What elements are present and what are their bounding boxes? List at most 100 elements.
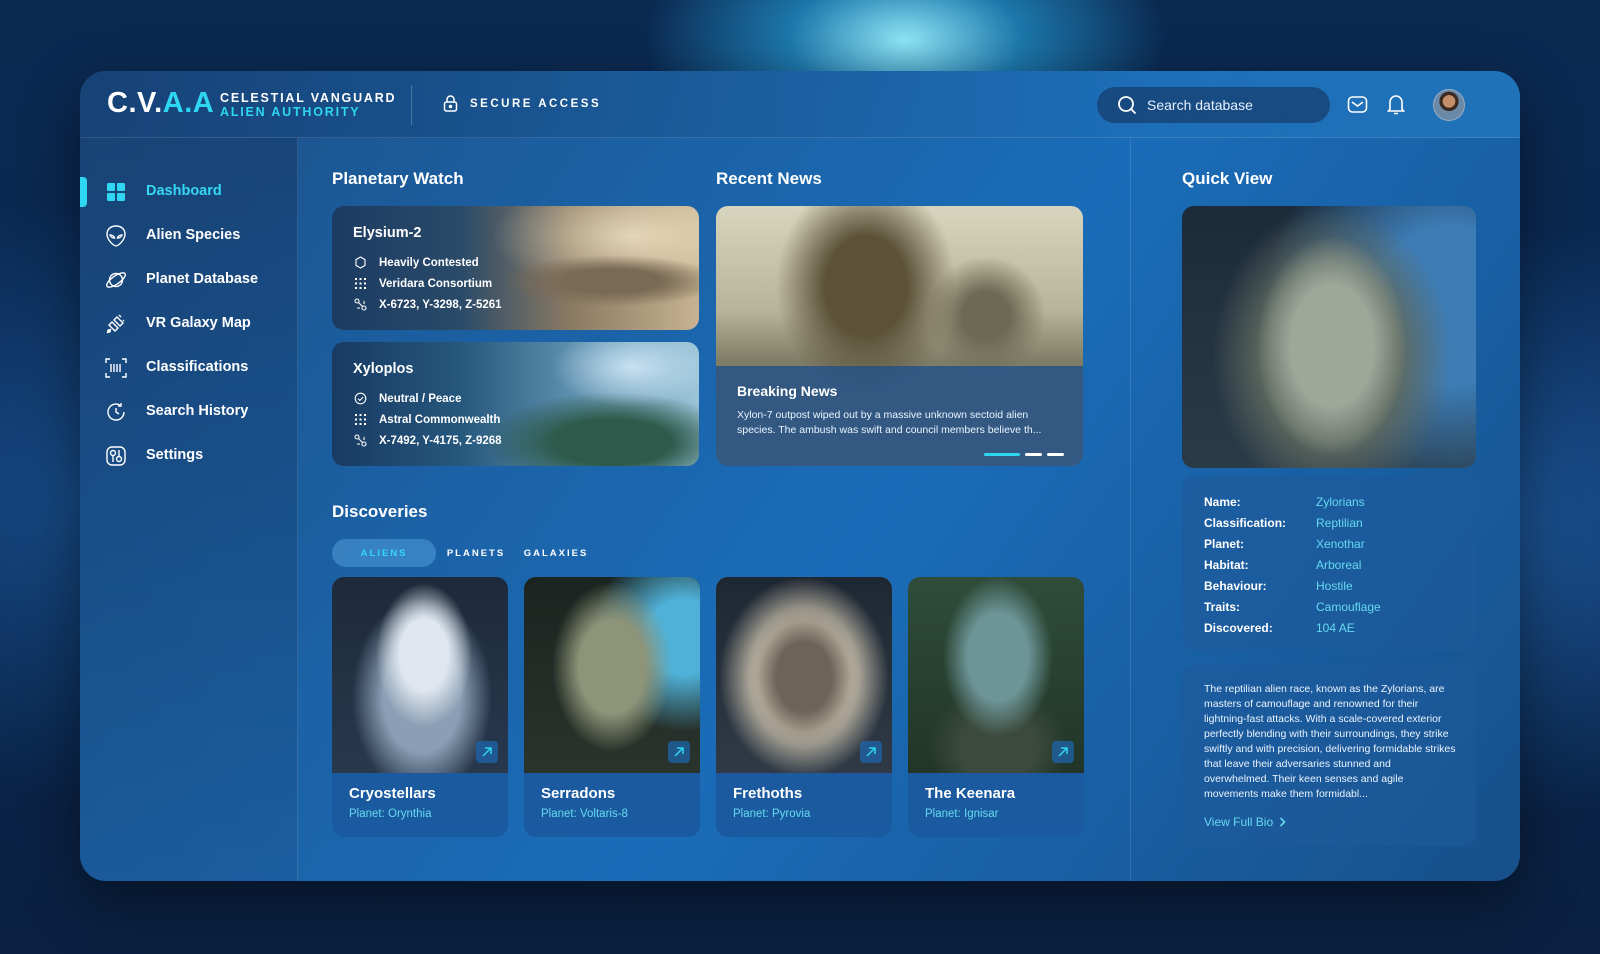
planet-status-row: Neutral / Peace xyxy=(354,392,461,405)
sidebar-item-label: Search History xyxy=(146,403,249,419)
planet-card-xyloplos[interactable]: Xyloplos Neutral / Peace Astral Commonwe… xyxy=(332,342,699,466)
open-external-button[interactable] xyxy=(860,741,882,763)
alien-planet: Planet: Ignisar xyxy=(925,808,999,820)
hexagon-icon xyxy=(355,256,366,269)
logo[interactable]: C.V.A.A xyxy=(107,87,214,120)
planet-coords-row: X-6723, Y-3298, Z-5261 xyxy=(354,298,502,311)
sidebar-item-planet-database[interactable]: Planet Database xyxy=(80,260,298,300)
open-external-button[interactable] xyxy=(1052,741,1074,763)
tab-galaxies[interactable]: GALAXIES xyxy=(516,539,596,567)
sidebar-item-vr-galaxy-map[interactable]: VR Galaxy Map xyxy=(80,304,298,344)
notifications-button[interactable] xyxy=(1386,93,1406,120)
carousel-dot[interactable] xyxy=(1025,453,1042,456)
view-full-bio-link[interactable]: View Full Bio xyxy=(1204,815,1286,829)
satellite-icon xyxy=(106,314,125,334)
mail-icon xyxy=(1347,96,1368,113)
user-avatar[interactable] xyxy=(1433,89,1465,121)
discovery-card-the-keenara[interactable]: The Keenara Planet: Ignisar xyxy=(908,577,1084,837)
detail-value: Reptilian xyxy=(1316,516,1363,530)
tab-planets[interactable]: PLANETS xyxy=(436,539,516,567)
faction-grid-icon xyxy=(355,414,366,425)
planet-status-row: Heavily Contested xyxy=(354,256,479,269)
planet-faction: Veridara Consortium xyxy=(379,277,493,290)
sidebar-item-alien-species[interactable]: Alien Species xyxy=(80,216,298,256)
detail-value: 104 AE xyxy=(1316,621,1355,635)
barcode-scan-icon xyxy=(105,358,127,378)
planetary-watch-title: Planetary Watch xyxy=(332,169,464,188)
logo-accent: A.A xyxy=(162,87,215,119)
planet-coords-row: X-7492, Y-4175, Z-9268 xyxy=(354,434,502,447)
sidebar-item-label: Planet Database xyxy=(146,271,259,287)
tab-aliens[interactable]: ALIENS xyxy=(332,539,436,567)
coordinates-icon xyxy=(354,298,367,311)
mail-button[interactable] xyxy=(1347,95,1368,119)
alien-name: Cryostellars xyxy=(349,785,436,802)
open-external-button[interactable] xyxy=(668,741,690,763)
alien-name: The Keenara xyxy=(925,785,1016,802)
sidebar-item-search-history[interactable]: Search History xyxy=(80,392,298,432)
detail-key: Name: xyxy=(1204,495,1241,509)
alien-name: Serradons xyxy=(541,785,616,802)
planet-faction-row: Astral Commonwealth xyxy=(354,413,500,426)
news-body: Xylon-7 outpost wiped out by a massive u… xyxy=(737,409,1042,436)
discovery-card-serradons[interactable]: Serradons Planet: Voltaris-8 xyxy=(524,577,700,837)
carousel-dots xyxy=(984,453,1064,456)
carousel-dot[interactable] xyxy=(1047,453,1064,456)
detail-key: Classification: xyxy=(1204,516,1287,530)
alien-planet: Planet: Pyrovia xyxy=(733,808,811,820)
sidebar-item-classifications[interactable]: Classifications xyxy=(80,348,298,388)
detail-key: Planet: xyxy=(1204,537,1245,551)
planet-card-elysium[interactable]: Elysium-2 Heavily Contested Veridara Con… xyxy=(332,206,699,330)
planet-faction-row: Veridara Consortium xyxy=(354,277,492,290)
chevron-right-icon xyxy=(1280,817,1286,827)
planet-status: Neutral / Peace xyxy=(379,392,462,405)
brand-name: CELESTIAL VANGUARD ALIEN AUTHORITY xyxy=(220,91,396,119)
planet-faction: Astral Commonwealth xyxy=(379,413,501,426)
sidebar-item-dashboard[interactable]: Dashboard xyxy=(80,172,298,212)
discoveries-title: Discoveries xyxy=(332,502,428,521)
external-link-icon xyxy=(482,747,492,757)
planet-coords: X-6723, Y-3298, Z-5261 xyxy=(379,298,502,311)
lock-icon xyxy=(443,95,458,112)
detail-value: Xenothar xyxy=(1316,537,1365,551)
secure-access-label: SECURE ACCESS xyxy=(470,97,602,110)
planet-coords: X-7492, Y-4175, Z-9268 xyxy=(379,434,502,447)
external-link-icon xyxy=(866,747,876,757)
search-input[interactable] xyxy=(1147,97,1317,113)
quick-view-bio: The reptilian alien race, known as the Z… xyxy=(1182,665,1476,846)
detail-key: Traits: xyxy=(1204,600,1241,614)
search-bar[interactable] xyxy=(1097,87,1330,123)
secure-access[interactable]: SECURE ACCESS xyxy=(443,95,601,112)
carousel-dot-active[interactable] xyxy=(984,453,1020,456)
quick-view-title: Quick View xyxy=(1182,169,1273,188)
sidebar-item-label: Alien Species xyxy=(146,227,241,243)
news-card[interactable]: Breaking News Xylon-7 outpost wiped out … xyxy=(716,206,1083,466)
bio-text: The reptilian alien race, known as the Z… xyxy=(1204,683,1456,800)
faction-grid-icon xyxy=(355,278,366,289)
dashboard-grid-icon xyxy=(107,183,125,201)
alien-planet: Planet: Orynthia xyxy=(349,808,432,820)
news-overlay: Breaking News Xylon-7 outpost wiped out … xyxy=(716,366,1083,466)
sidebar-item-label: Classifications xyxy=(146,359,249,375)
alien-name: Frethoths xyxy=(733,785,803,802)
logo-main: C.V. xyxy=(107,87,163,119)
view-full-bio-label: View Full Bio xyxy=(1204,815,1274,829)
open-external-button[interactable] xyxy=(476,741,498,763)
top-header: C.V.A.A CELESTIAL VANGUARD ALIEN AUTHORI… xyxy=(80,71,1520,138)
check-circle-icon xyxy=(354,392,367,405)
detail-key: Discovered: xyxy=(1204,621,1273,635)
search-icon xyxy=(1118,96,1137,115)
discovery-card-frethoths[interactable]: Frethoths Planet: Pyrovia xyxy=(716,577,892,837)
detail-value: Zylorians xyxy=(1316,495,1365,509)
quick-view-image xyxy=(1182,206,1476,468)
detail-key: Habitat: xyxy=(1204,558,1249,572)
detail-key: Behaviour: xyxy=(1204,579,1267,593)
header-divider xyxy=(411,85,412,125)
alien-head-icon xyxy=(106,225,126,247)
discovery-card-cryostellars[interactable]: Cryostellars Planet: Orynthia xyxy=(332,577,508,837)
sidebar-item-settings[interactable]: Settings xyxy=(80,436,298,476)
bell-icon xyxy=(1386,95,1406,115)
external-link-icon xyxy=(674,747,684,757)
active-indicator xyxy=(80,177,87,207)
brand-line-1: CELESTIAL VANGUARD xyxy=(220,91,397,105)
